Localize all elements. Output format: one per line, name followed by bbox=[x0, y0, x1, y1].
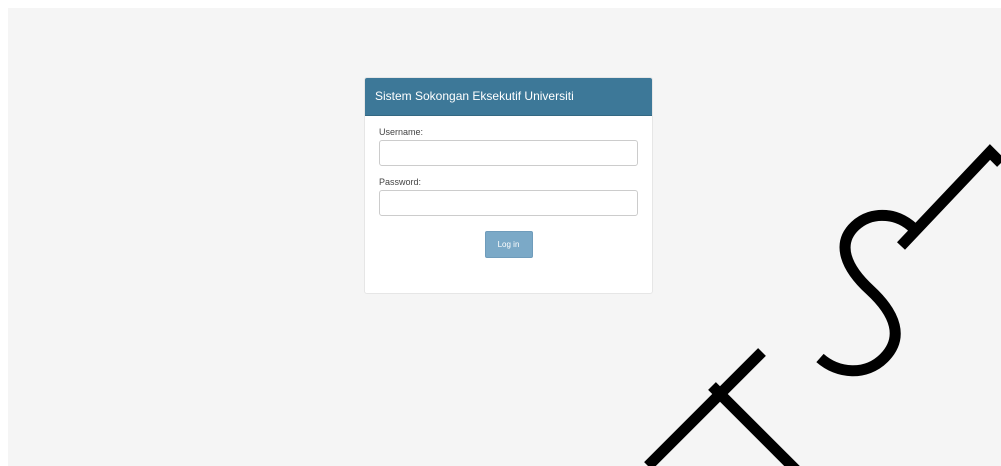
watermark-letter-m bbox=[897, 144, 1001, 250]
watermark-logo bbox=[644, 144, 1001, 466]
watermark-letter-t-bar bbox=[708, 382, 800, 466]
watermark-letter-t-stem bbox=[644, 348, 766, 466]
